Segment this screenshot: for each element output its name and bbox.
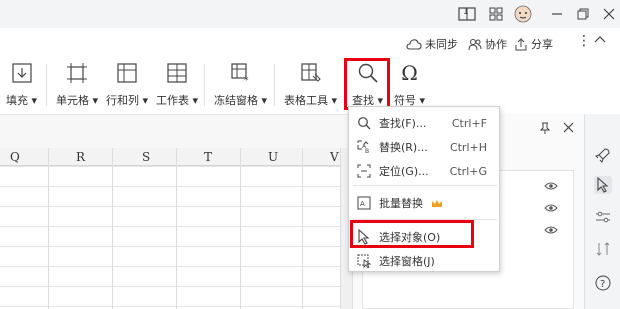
freeze-icon: * (230, 62, 252, 84)
menu-item-label: 查找(F)... (379, 117, 427, 130)
menu-item-locate[interactable]: 定位(G)... Ctrl+G (349, 159, 499, 183)
menu-item-label: 替换(R)... (379, 141, 428, 154)
sync-label: 未同步 (425, 38, 458, 51)
menu-item-label: 批量替换 (379, 197, 423, 210)
eye-icon[interactable] (544, 181, 558, 191)
close-icon[interactable] (600, 5, 618, 23)
selection-pane-icon (355, 252, 373, 270)
fill-label: 填充 (6, 94, 28, 107)
crown-icon (432, 199, 442, 207)
ribbon-separator (46, 64, 47, 106)
omega-icon: Ω (401, 61, 418, 85)
collapse-ribbon-icon[interactable] (594, 34, 606, 44)
search-icon (355, 114, 373, 132)
avatar[interactable] (514, 5, 532, 23)
eye-icon[interactable] (544, 225, 558, 235)
right-sidebar: ? (584, 114, 620, 309)
reading-mode-icon[interactable]: 1 (458, 5, 476, 23)
row-col-button[interactable]: 行和列 ▾ (106, 62, 148, 108)
menu-item-find[interactable]: 查找(F)... Ctrl+F (349, 111, 499, 135)
batch-replace-icon: A (355, 194, 373, 212)
ribbon-separator (204, 64, 205, 106)
table-tools-button[interactable]: 表格工具 ▾ (284, 62, 337, 108)
pin-icon[interactable] (539, 122, 551, 137)
share-label: 分享 (531, 38, 553, 51)
find-highlight-box (344, 58, 390, 110)
reading-mode-label: 1 (463, 7, 469, 17)
menu-item-label: 选择窗格(J) (379, 255, 435, 268)
row-col-label: 行和列 (106, 94, 139, 107)
grid-line (302, 148, 303, 309)
share-button[interactable]: 分享 (514, 36, 553, 52)
grid-line (240, 148, 241, 309)
ribbon-toolbar: 填充 ▾ 单元格 ▾ 行和列 ▾ 工作表 ▾ * 冻结窗格 ▾ 表格工具 ▾ 查… (0, 58, 620, 114)
cell-icon (66, 62, 88, 84)
sync-button[interactable]: 未同步 (406, 36, 458, 52)
cell-grid[interactable] (0, 166, 340, 309)
cell-button[interactable]: 单元格 ▾ (56, 62, 98, 108)
column-header-row: Q R S T U V (0, 148, 340, 166)
menu-item-selection-pane[interactable]: 选择窗格(J) (349, 249, 499, 273)
cloud-icon (406, 39, 422, 50)
worksheet-icon (166, 62, 188, 84)
row-col-icon (116, 62, 138, 84)
freeze-label: 冻结窗格 (214, 94, 258, 107)
worksheet-button[interactable]: 工作表 ▾ (156, 62, 198, 108)
collaborate-label: 协作 (485, 38, 507, 51)
column-header[interactable]: U (268, 150, 278, 164)
cell-label: 单元格 (56, 94, 89, 107)
sliders-icon[interactable] (594, 208, 612, 226)
collab-bar: 未同步 协作 分享 ⋮ (0, 28, 620, 58)
fill-icon (11, 62, 33, 84)
pane-close-icon[interactable] (563, 122, 574, 136)
svg-text:?: ? (600, 279, 605, 290)
freeze-panes-button[interactable]: * 冻结窗格 ▾ (214, 62, 267, 108)
symbol-button[interactable]: Ω 符号 ▾ (394, 61, 425, 108)
worksheet-label: 工作表 (156, 94, 189, 107)
ribbon-separator (274, 64, 275, 106)
menu-item-shortcut: Ctrl+H (449, 140, 487, 154)
menu-item-shortcut: Ctrl+G (449, 164, 487, 178)
replace-icon: AB (355, 138, 373, 156)
title-bar: 1 (0, 0, 620, 28)
grid-line (176, 148, 177, 309)
grid-line (48, 148, 49, 309)
menu-item-batch-replace[interactable]: A 批量替换 (349, 191, 499, 215)
people-icon (468, 38, 482, 50)
svg-text:A: A (360, 200, 365, 208)
more-icon[interactable]: ⋮ (577, 33, 591, 49)
locate-icon (355, 162, 373, 180)
table-tools-icon (300, 62, 322, 84)
select-pointer-icon[interactable] (594, 176, 612, 194)
collaborate-button[interactable]: 协作 (468, 36, 507, 52)
eye-icon[interactable] (544, 203, 558, 213)
column-header[interactable]: V (330, 150, 339, 164)
grid-line (112, 148, 113, 309)
rocket-icon[interactable] (594, 146, 612, 164)
svg-text:B: B (365, 148, 369, 154)
menu-divider (353, 185, 497, 186)
share-icon (515, 37, 527, 50)
column-header[interactable]: Q (10, 150, 20, 164)
transfer-icon[interactable] (594, 240, 612, 258)
minimize-icon[interactable] (548, 5, 566, 23)
fill-button[interactable]: 填充 ▾ (6, 62, 37, 108)
column-header[interactable]: R (76, 150, 85, 164)
menu-item-shortcut: Ctrl+F (451, 116, 487, 130)
help-icon[interactable]: ? (594, 274, 612, 292)
column-header[interactable]: S (142, 150, 150, 164)
table-tools-label: 表格工具 (284, 94, 328, 107)
column-header[interactable]: T (204, 150, 212, 164)
menu-item-label: 定位(G)... (379, 165, 429, 178)
restore-icon[interactable] (574, 5, 592, 23)
svg-text:*: * (244, 76, 249, 84)
formula-area (0, 114, 352, 148)
menu-item-replace[interactable]: AB 替换(R)... Ctrl+H (349, 135, 499, 159)
select-object-highlight-box (350, 220, 474, 248)
